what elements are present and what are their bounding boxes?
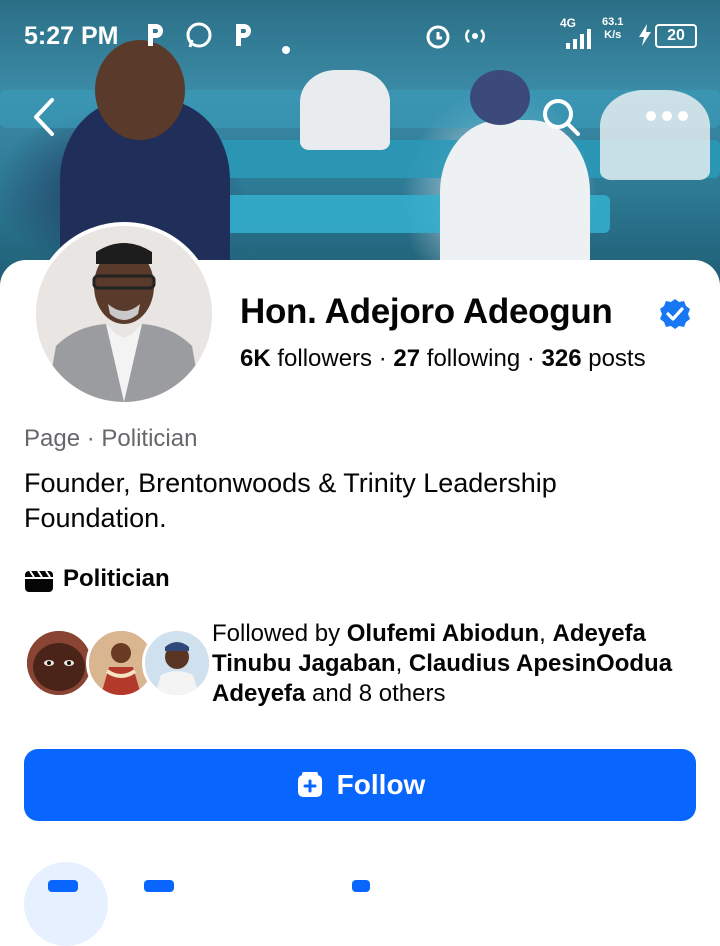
follow-button[interactable]: Follow (24, 749, 696, 821)
avatar (142, 628, 212, 698)
back-arrow-icon (34, 98, 54, 136)
follow-box-icon (297, 772, 322, 797)
profile-photo (36, 226, 212, 402)
mutual-follower-name[interactable]: Olufemi Abiodun (347, 620, 539, 647)
posts-label: posts (588, 345, 646, 372)
p-app-icon-2 (232, 20, 254, 57)
notification-dot-icon (282, 32, 290, 61)
whatsapp-icon (184, 20, 214, 57)
name-separator: , (395, 650, 403, 677)
more-icon (646, 111, 688, 121)
page-category: Page · Politician (24, 425, 198, 452)
posts-count: 326 (541, 345, 582, 372)
action-icon (144, 880, 174, 892)
battery-level: 20 (655, 24, 697, 48)
following-count[interactable]: 27 (393, 345, 420, 372)
back-button[interactable] (28, 96, 60, 143)
charging-icon (638, 24, 652, 53)
status-time: 5:27 PM (24, 22, 119, 50)
page-title: Hon. Adejoro Adeogun (240, 292, 613, 331)
verified-badge-icon (659, 298, 691, 330)
search-button[interactable] (540, 96, 582, 143)
followed-by-text[interactable]: Followed by Olufemi Abiodun, Adeyefa Tin… (212, 619, 702, 709)
search-icon (543, 99, 580, 136)
more-button[interactable] (644, 106, 690, 131)
network-speed-value: 63.1 (602, 16, 624, 28)
followed-by-suffix[interactable]: and 8 others (312, 680, 445, 707)
detail-politician: Politician (63, 565, 170, 592)
following-label[interactable]: following (427, 345, 520, 372)
message-icon (48, 880, 78, 892)
avatar (24, 628, 94, 698)
followed-by-prefix: Followed by (212, 620, 341, 647)
name-separator: , (539, 620, 546, 647)
profile-stats: 6K followers · 27 following · 326 posts (240, 345, 646, 372)
network-speed-unit: K/s (604, 29, 622, 41)
followers-count[interactable]: 6K (240, 345, 271, 372)
signal-icon (564, 28, 594, 57)
status-bar: 5:27 PM 4G 63.1 K/s 20 (0, 14, 720, 58)
hotspot-icon (460, 22, 490, 57)
alarm-icon (424, 22, 452, 57)
profile-avatar[interactable] (32, 222, 216, 406)
follow-button-label: Follow (336, 769, 426, 800)
p-app-icon (144, 20, 166, 57)
bio-text: Founder, Brentonwoods & Trinity Leadersh… (24, 468, 557, 533)
action-icon (352, 880, 370, 892)
mutual-followers-avatars[interactable] (24, 628, 212, 698)
clapperboard-icon (24, 569, 54, 593)
message-button[interactable] (24, 862, 108, 946)
network-speed: 63.1 K/s (602, 16, 623, 42)
followers-label[interactable]: followers (277, 345, 372, 372)
